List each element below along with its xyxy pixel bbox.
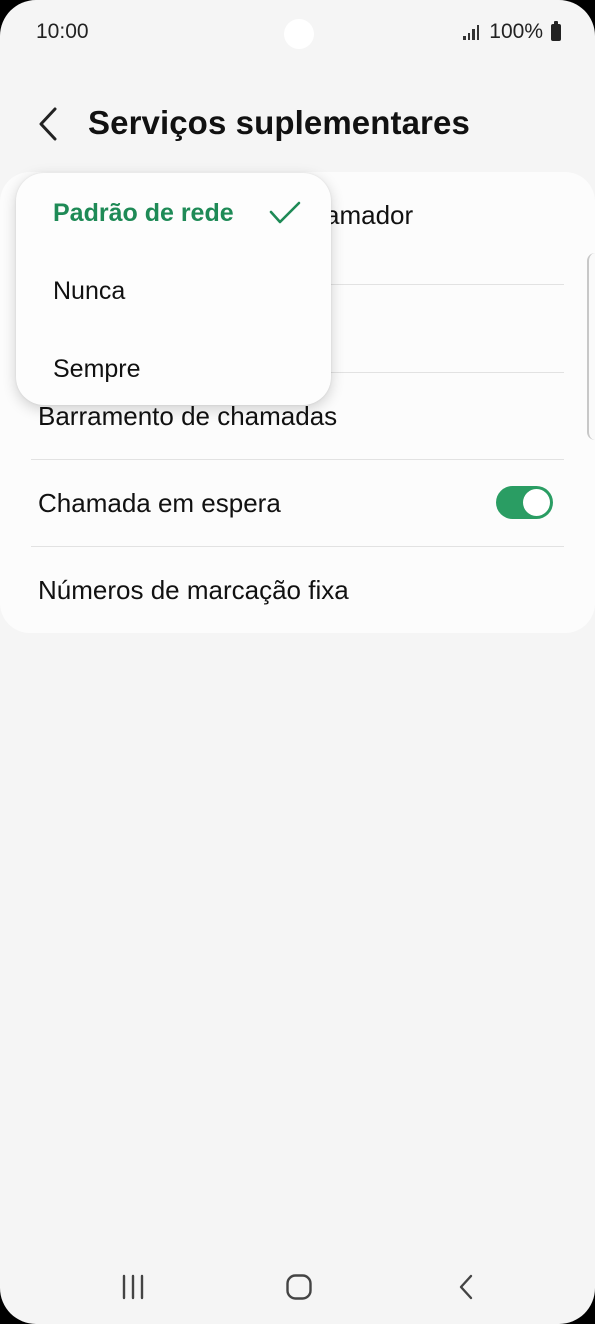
signal-icon bbox=[463, 24, 480, 40]
settings-item-fixed-dialing[interactable]: Números de marcação fixa bbox=[0, 547, 595, 634]
status-bar: 10:00 100% bbox=[0, 0, 595, 68]
check-icon bbox=[269, 201, 301, 224]
call-waiting-toggle[interactable] bbox=[496, 486, 553, 519]
app-header: Serviços suplementares bbox=[0, 90, 595, 160]
home-button[interactable] bbox=[269, 1262, 329, 1312]
settings-item-label: Números de marcação fixa bbox=[38, 575, 349, 605]
battery-percent: 100% bbox=[489, 20, 543, 43]
scroll-handle[interactable] bbox=[587, 253, 595, 440]
page-title: Serviços suplementares bbox=[88, 104, 470, 141]
camera-cutout bbox=[284, 19, 314, 49]
settings-item-call-waiting[interactable]: Chamada em espera bbox=[0, 460, 595, 547]
popup-option-never[interactable]: Nunca bbox=[16, 253, 331, 331]
recent-apps-icon bbox=[122, 1274, 144, 1300]
toggle-knob bbox=[523, 489, 550, 516]
home-icon bbox=[286, 1274, 312, 1300]
chevron-left-icon bbox=[39, 107, 57, 141]
back-button[interactable] bbox=[30, 102, 66, 146]
nav-back-button[interactable] bbox=[436, 1262, 496, 1312]
recent-apps-button[interactable] bbox=[103, 1262, 163, 1312]
settings-item-label: amador bbox=[325, 200, 414, 230]
status-indicators: 100% bbox=[463, 20, 561, 44]
phone-screen: 10:00 100% Serviços suplementares amador bbox=[0, 0, 595, 1324]
popup-option-always[interactable]: Sempre bbox=[16, 331, 331, 409]
popup-option-label: Padrão de rede bbox=[53, 199, 234, 227]
battery-icon bbox=[551, 20, 561, 41]
back-icon bbox=[459, 1274, 473, 1300]
settings-item-label: Chamada em espera bbox=[38, 488, 281, 518]
status-time: 10:00 bbox=[36, 20, 89, 43]
navigation-bar bbox=[0, 1250, 595, 1324]
popup-option-label: Sempre bbox=[53, 355, 141, 383]
popup-option-network-default[interactable]: Padrão de rede bbox=[16, 175, 331, 253]
caller-id-popup-menu: Padrão de rede Nunca Sempre bbox=[16, 173, 331, 405]
popup-option-label: Nunca bbox=[53, 277, 126, 305]
